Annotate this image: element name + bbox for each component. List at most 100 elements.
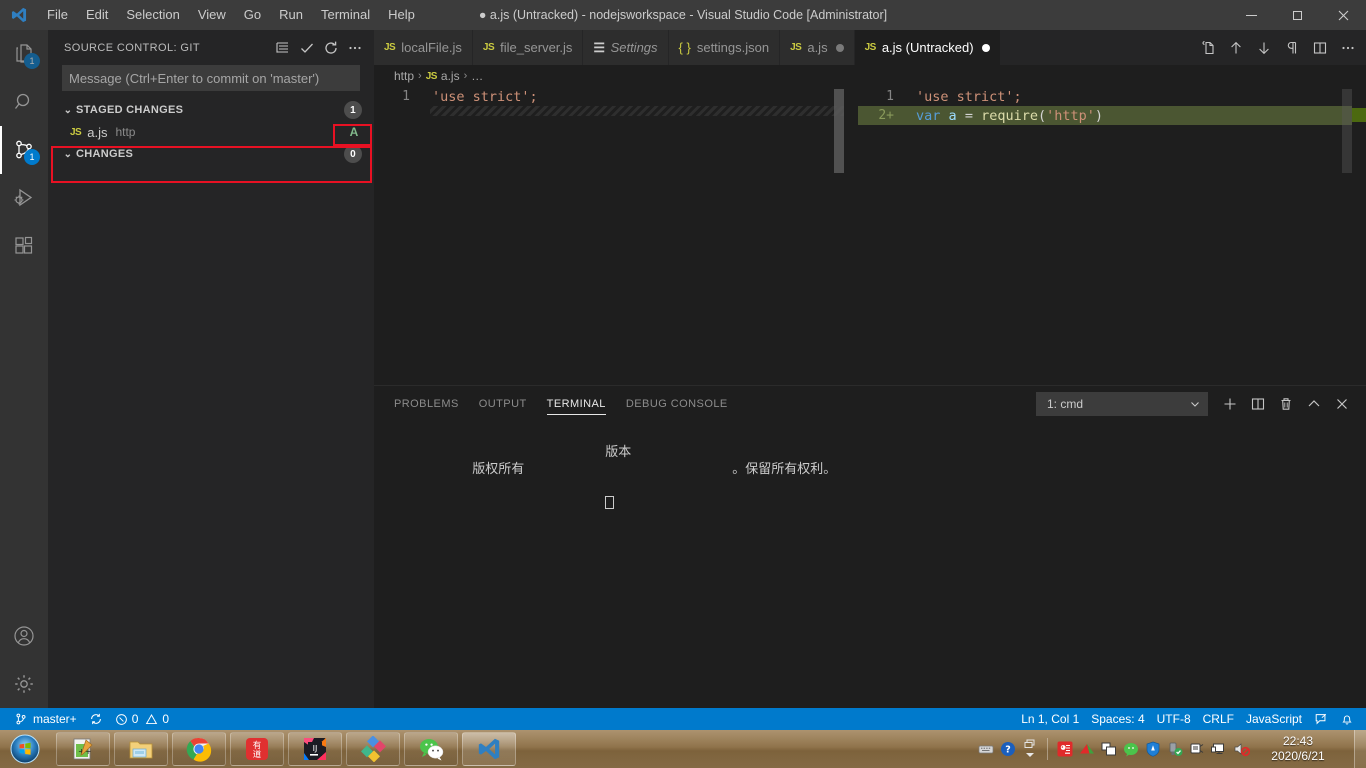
status-language-mode[interactable]: JavaScript (1240, 708, 1308, 730)
terminal-output[interactable]: 版本 版权所有 。保留所有权利。 (374, 421, 1366, 739)
diff-sash[interactable] (844, 87, 858, 385)
taskbar-item-file-explorer[interactable] (114, 732, 168, 766)
scm-resource-row[interactable]: JS a.js http A (48, 121, 374, 143)
windows-start-orb-icon[interactable] (2, 732, 48, 766)
previous-change-button[interactable] (1222, 30, 1250, 65)
status-eol[interactable]: CRLF (1197, 708, 1240, 730)
diff-pane-modified[interactable]: 1 'use strict'; 2+ var a = require('http… (858, 87, 1366, 385)
menu-selection[interactable]: Selection (117, 0, 188, 30)
panel-tab-terminal[interactable]: TERMINAL (546, 386, 607, 421)
menu-run[interactable]: Run (270, 0, 312, 30)
tab-settings[interactable]: ☰ Settings (583, 30, 669, 65)
status-problems[interactable]: 0 0 (109, 708, 175, 730)
taskbar-item-vscode[interactable] (462, 732, 516, 766)
monitor-icon[interactable] (1208, 730, 1230, 768)
sidebar-item-source-control[interactable]: 1 (0, 126, 48, 174)
menu-terminal[interactable]: Terminal (312, 0, 379, 30)
keyboard-icon[interactable] (975, 730, 997, 768)
tab-a-js[interactable]: JS a.js (780, 30, 855, 65)
maximize-panel-button[interactable] (1300, 390, 1328, 418)
status-indentation[interactable]: Spaces: 4 (1085, 708, 1150, 730)
tab-file-server-js[interactable]: JS file_server.js (472, 30, 584, 65)
terminal-selector[interactable]: 1: cmd (1036, 391, 1208, 416)
editor-scrollbar-modified[interactable] (1342, 89, 1352, 173)
taskbar-item-chrome[interactable] (172, 732, 226, 766)
shield-icon[interactable] (1142, 730, 1164, 768)
kill-terminal-button[interactable] (1272, 390, 1300, 418)
breadcrumb-item-file[interactable]: JS a.js (426, 69, 460, 83)
split-editor-button[interactable] (1306, 30, 1334, 65)
menu-go[interactable]: Go (235, 0, 270, 30)
menu-file[interactable]: File (38, 0, 77, 30)
more-actions-button[interactable] (344, 37, 366, 59)
taskbar-item-wechat[interactable] (404, 732, 458, 766)
usb-icon[interactable] (1164, 730, 1186, 768)
js-file-icon: JS (864, 42, 877, 53)
status-cursor-position[interactable]: Ln 1, Col 1 (1015, 708, 1085, 730)
toggle-whitespace-button[interactable] (1278, 30, 1306, 65)
taskbar-item-sourcetree[interactable] (346, 732, 400, 766)
status-sync-changes[interactable] (83, 708, 109, 730)
terminal-line: 版本 (394, 427, 1366, 460)
commit-button[interactable] (296, 37, 318, 59)
minimize-button[interactable] (1228, 0, 1274, 30)
editor-more-actions-button[interactable] (1334, 30, 1362, 65)
status-encoding[interactable]: UTF-8 (1151, 708, 1197, 730)
tab-settings-json[interactable]: { } settings.json (668, 30, 781, 65)
code-text: 'use strict'; (916, 88, 1022, 105)
question-mark-icon[interactable]: ? (997, 730, 1019, 768)
wechat-tray-icon[interactable] (1120, 730, 1142, 768)
refresh-button[interactable] (320, 37, 342, 59)
show-hidden-icons-button[interactable] (1019, 730, 1041, 768)
taskbar-item-notepadpp[interactable]: ++ (56, 732, 110, 766)
sidebar-item-extensions[interactable] (0, 222, 48, 270)
tab-dirty-indicator[interactable] (835, 43, 844, 52)
sidebar-item-run-debug[interactable] (0, 174, 48, 222)
pilcrow-icon (1287, 41, 1297, 53)
panel-tab-output[interactable]: OUTPUT (479, 386, 527, 421)
panel-tab-problems[interactable]: PROBLEMS (394, 386, 459, 421)
triangle-icon[interactable] (1076, 730, 1098, 768)
split-terminal-button[interactable] (1244, 390, 1272, 418)
scm-group-changes[interactable]: ⌄ CHANGES 0 (48, 143, 374, 165)
open-changes-button[interactable] (1194, 30, 1222, 65)
status-bar-left: master+ 0 0 (0, 708, 175, 730)
editor-scrollbar-original[interactable] (834, 89, 844, 173)
next-change-button[interactable] (1250, 30, 1278, 65)
tab-localfile-js[interactable]: JS localFile.js (374, 30, 473, 65)
maximize-button[interactable] (1274, 0, 1320, 30)
menu-view[interactable]: View (189, 0, 235, 30)
menu-help[interactable]: Help (379, 0, 424, 30)
close-panel-button[interactable] (1328, 390, 1356, 418)
accounts-button[interactable] (0, 612, 48, 660)
scm-group-staged-changes[interactable]: ⌄ STAGED CHANGES 1 (48, 99, 374, 121)
tab-dirty-indicator[interactable] (981, 43, 990, 52)
new-terminal-button[interactable] (1216, 390, 1244, 418)
commit-message-input[interactable] (62, 65, 360, 91)
status-git-branch[interactable]: master+ (8, 708, 83, 730)
taskbar-clock[interactable]: 22:43 2020/6/21 (1252, 730, 1344, 768)
speaker-muted-icon[interactable] (1230, 730, 1252, 768)
tab-a-js-untracked[interactable]: JS a.js (Untracked) (854, 30, 1001, 65)
qq-icon[interactable] (1054, 730, 1076, 768)
overview-ruler[interactable] (1352, 87, 1366, 385)
manage-settings-button[interactable] (0, 660, 48, 708)
diff-pane-original[interactable]: 1 'use strict'; (374, 87, 844, 385)
panel-tab-debug-console[interactable]: DEBUG CONSOLE (626, 386, 728, 421)
windows-stack-icon[interactable] (1098, 730, 1120, 768)
status-feedback[interactable] (1308, 708, 1334, 730)
network-icon[interactable] (1186, 730, 1208, 768)
chevron-down-icon: ⌄ (63, 148, 73, 160)
status-notifications[interactable] (1334, 708, 1360, 730)
close-button[interactable] (1320, 0, 1366, 30)
view-as-list-button[interactable] (272, 37, 294, 59)
breadcrumb-item-folder[interactable]: http (394, 69, 414, 83)
taskbar-item-youdao[interactable]: 有 道 (230, 732, 284, 766)
breadcrumb-item-symbols[interactable]: … (471, 69, 483, 83)
sidebar-item-search[interactable] (0, 78, 48, 126)
sidebar-item-explorer[interactable]: 1 (0, 30, 48, 78)
scm-group-count: 1 (344, 101, 362, 119)
menu-edit[interactable]: Edit (77, 0, 117, 30)
show-desktop-button[interactable] (1354, 730, 1366, 768)
taskbar-item-intellij-idea[interactable]: IJ (288, 732, 342, 766)
